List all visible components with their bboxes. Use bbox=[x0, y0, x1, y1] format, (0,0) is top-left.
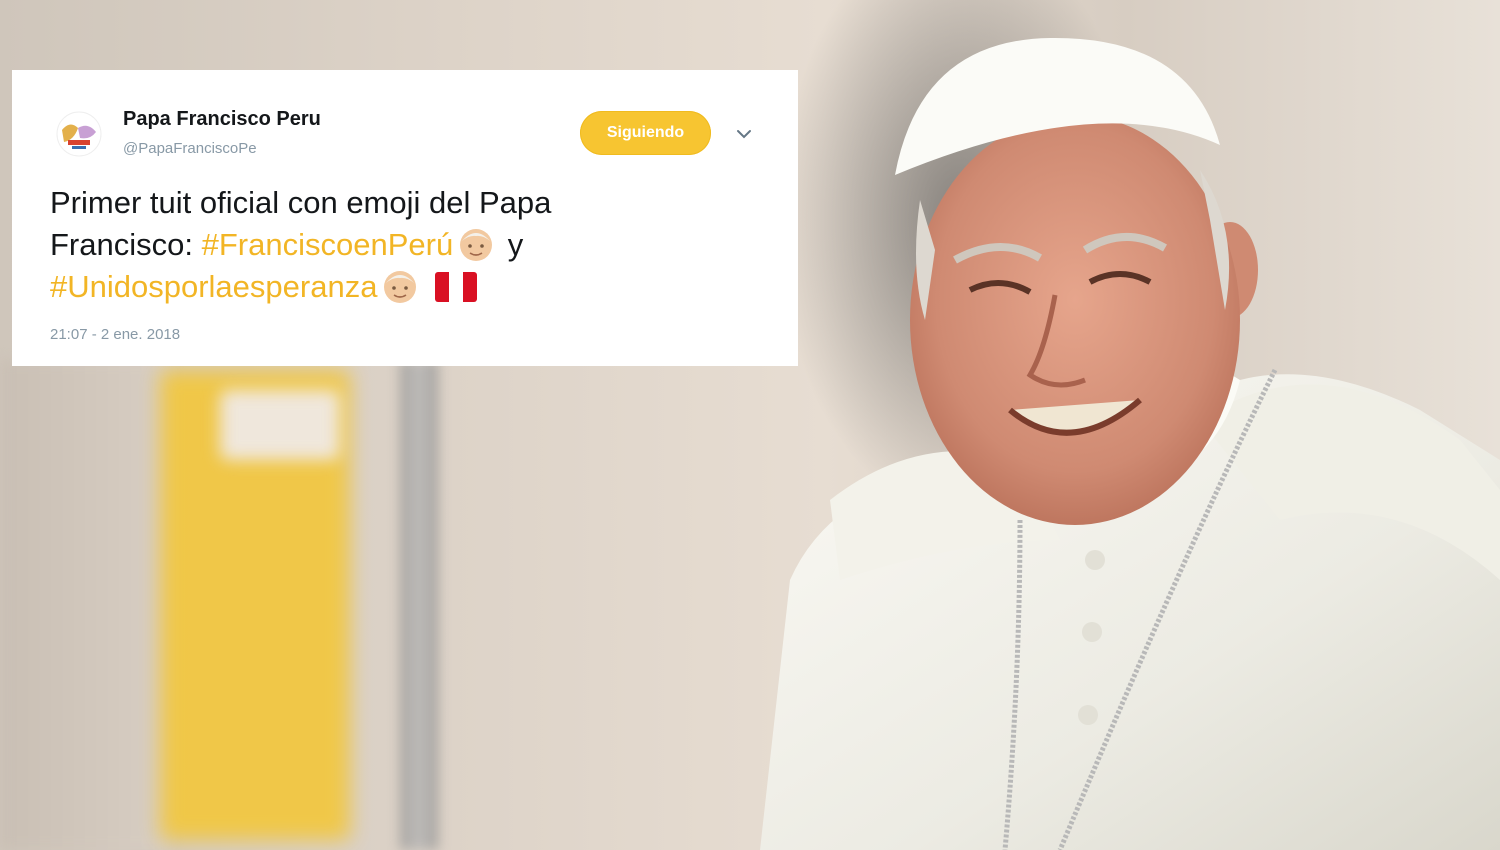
hashtag-francisco-en-peru[interactable]: #FranciscoenPerú bbox=[202, 227, 454, 262]
tweet-text-connector: y bbox=[499, 227, 524, 262]
tweet-text-prefix: Francisco: bbox=[50, 227, 202, 262]
papa-francisco-peru-logo[interactable] bbox=[50, 110, 108, 158]
background-pole bbox=[400, 360, 438, 850]
chevron-down-icon[interactable] bbox=[734, 124, 754, 144]
user-handle[interactable]: @PapaFranciscoPe bbox=[123, 140, 257, 157]
tweet-text: Primer tuit oficial con emoji del Papa F… bbox=[50, 182, 750, 308]
pope-photo bbox=[760, 37, 1500, 850]
tweet-text-line1: Primer tuit oficial con emoji del Papa bbox=[50, 185, 552, 220]
peru-flag-icon bbox=[435, 272, 478, 302]
following-button[interactable]: Siguiendo bbox=[580, 111, 711, 155]
pope-face-emoji-icon bbox=[460, 229, 493, 261]
background-sign-window bbox=[220, 390, 340, 460]
tweet-timestamp[interactable]: 21:07 - 2 ene. 2018 bbox=[50, 326, 180, 343]
display-name[interactable]: Papa Francisco Peru bbox=[123, 108, 321, 131]
pope-face-emoji-icon bbox=[384, 271, 417, 303]
background-wall bbox=[0, 360, 170, 850]
hashtag-unidos-por-la-esperanza[interactable]: #Unidosporlaesperanza bbox=[50, 269, 377, 304]
